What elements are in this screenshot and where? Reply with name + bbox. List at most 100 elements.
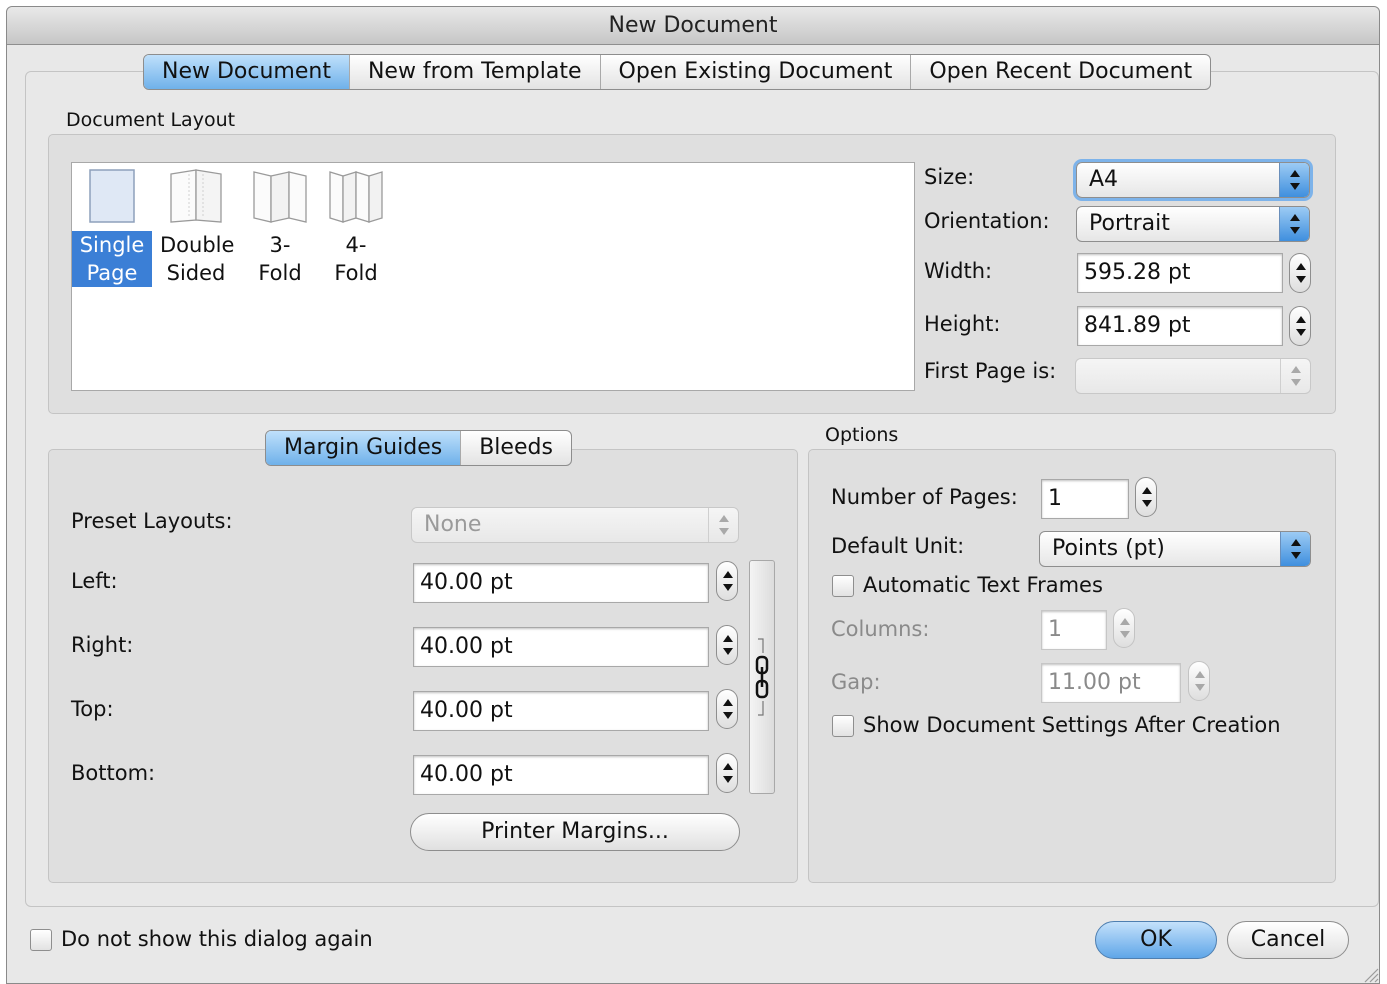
preset-layouts-value: None [424, 512, 482, 537]
bottom-margin-field[interactable]: 40.00 pt [413, 755, 709, 795]
three-fold-icon [253, 171, 307, 223]
first-page-select[interactable] [1075, 358, 1311, 394]
tab-open-recent-document[interactable]: Open Recent Document [911, 55, 1210, 89]
height-label: Height: [924, 312, 1001, 336]
number-of-pages-stepper[interactable] [1135, 477, 1157, 517]
updown-arrows-icon [708, 508, 738, 542]
first-page-label: First Page is: [924, 359, 1057, 383]
double-sided-icon [170, 169, 222, 223]
columns-stepper[interactable] [1113, 608, 1135, 648]
margins-tabs: Margin Guides Bleeds [265, 430, 572, 466]
down-arrow-icon [723, 776, 733, 783]
layout-item-double-sided[interactable]: Double Sided [156, 167, 236, 287]
right-margin-stepper[interactable] [716, 625, 738, 665]
right-margin-field[interactable]: 40.00 pt [413, 627, 709, 667]
bottom-margin-label: Bottom: [71, 761, 156, 785]
chain-link-icon [755, 638, 769, 716]
layout-item-three-fold[interactable]: 3- Fold [244, 167, 316, 287]
size-select[interactable]: A4 [1076, 162, 1310, 198]
layout-item-four-fold[interactable]: 4- Fold [320, 167, 392, 287]
down-arrow-icon [1296, 329, 1306, 336]
number-of-pages-label: Number of Pages: [831, 485, 1018, 509]
right-margin-label: Right: [71, 633, 134, 657]
up-arrow-icon [723, 571, 733, 578]
tab-bleeds[interactable]: Bleeds [461, 431, 571, 465]
width-stepper[interactable] [1289, 253, 1311, 293]
gap-label: Gap: [831, 670, 881, 694]
gap-field[interactable]: 11.00 pt [1041, 663, 1181, 703]
down-arrow-icon [1142, 500, 1152, 507]
number-of-pages-field[interactable]: 1 [1041, 479, 1129, 519]
cancel-button[interactable]: Cancel [1227, 921, 1349, 959]
show-settings-label: Show Document Settings After Creation [863, 713, 1281, 737]
default-unit-label: Default Unit: [831, 534, 965, 558]
automatic-text-frames-checkbox[interactable] [832, 575, 854, 597]
orientation-value: Portrait [1089, 211, 1170, 236]
layout-label-line1: Single [72, 231, 152, 259]
up-arrow-icon [1142, 487, 1152, 494]
columns-field[interactable]: 1 [1041, 610, 1107, 650]
left-margin-label: Left: [71, 569, 118, 593]
new-document-dialog: New Document New Document New from Templ… [6, 6, 1380, 984]
default-unit-value: Points (pt) [1052, 536, 1165, 561]
layout-item-single-page[interactable]: Single Page [72, 167, 154, 287]
gap-stepper[interactable] [1188, 661, 1210, 701]
up-arrow-icon [723, 763, 733, 770]
tab-new-document[interactable]: New Document [144, 55, 350, 89]
main-tabs: New Document New from Template Open Exis… [143, 54, 1212, 90]
down-arrow-icon [723, 712, 733, 719]
down-arrow-icon [723, 648, 733, 655]
layout-label-line2: Page [72, 259, 152, 287]
orientation-label: Orientation: [924, 209, 1050, 233]
automatic-text-frames-label: Automatic Text Frames [863, 573, 1103, 597]
down-arrow-icon [1120, 631, 1130, 638]
size-value: A4 [1089, 167, 1119, 192]
up-arrow-icon [1296, 263, 1306, 270]
orientation-select[interactable]: Portrait [1076, 206, 1310, 242]
resize-grip-icon[interactable] [1361, 965, 1379, 983]
layout-label-line1: Double [160, 233, 235, 257]
updown-arrows-icon [1280, 359, 1310, 393]
ok-button[interactable]: OK [1095, 921, 1217, 959]
tab-new-from-template[interactable]: New from Template [350, 55, 601, 89]
updown-arrows-icon [1280, 532, 1310, 566]
top-margin-label: Top: [71, 697, 114, 721]
dont-show-again-label: Do not show this dialog again [61, 927, 373, 951]
height-field[interactable]: 841.89 pt [1077, 306, 1283, 346]
columns-label: Columns: [831, 617, 930, 641]
down-arrow-icon [723, 584, 733, 591]
window-title: New Document [7, 7, 1379, 45]
layout-label-line2: Fold [258, 261, 302, 285]
show-settings-checkbox[interactable] [832, 715, 854, 737]
link-margins-toggle[interactable] [749, 560, 775, 794]
default-unit-select[interactable]: Points (pt) [1039, 531, 1311, 567]
preset-layouts-label: Preset Layouts: [71, 509, 233, 533]
updown-arrows-icon [1279, 207, 1309, 241]
single-page-icon [89, 169, 135, 223]
options-title: Options [825, 424, 899, 446]
width-label: Width: [924, 259, 993, 283]
dont-show-again-checkbox[interactable] [30, 929, 52, 951]
bottom-margin-stepper[interactable] [716, 753, 738, 793]
down-arrow-icon [1296, 276, 1306, 283]
tab-margin-guides[interactable]: Margin Guides [266, 431, 462, 465]
preset-layouts-select[interactable]: None [411, 507, 739, 543]
layout-list: Single Page Double Sided 3- Fold 4- Fold [71, 162, 915, 391]
left-margin-stepper[interactable] [716, 561, 738, 601]
top-margin-field[interactable]: 40.00 pt [413, 691, 709, 731]
up-arrow-icon [723, 635, 733, 642]
layout-label-line2: Sided [166, 261, 226, 285]
layout-label-line2: Fold [334, 261, 378, 285]
height-stepper[interactable] [1289, 306, 1311, 346]
layout-label-line1: 4- [345, 233, 367, 257]
width-field[interactable]: 595.28 pt [1077, 253, 1283, 293]
four-fold-icon [329, 171, 383, 223]
up-arrow-icon [1296, 316, 1306, 323]
up-arrow-icon [723, 699, 733, 706]
up-arrow-icon [1120, 618, 1130, 625]
tab-open-existing-document[interactable]: Open Existing Document [601, 55, 912, 89]
left-margin-field[interactable]: 40.00 pt [413, 563, 709, 603]
updown-arrows-icon [1279, 163, 1309, 197]
top-margin-stepper[interactable] [716, 689, 738, 729]
printer-margins-button[interactable]: Printer Margins... [410, 813, 740, 851]
